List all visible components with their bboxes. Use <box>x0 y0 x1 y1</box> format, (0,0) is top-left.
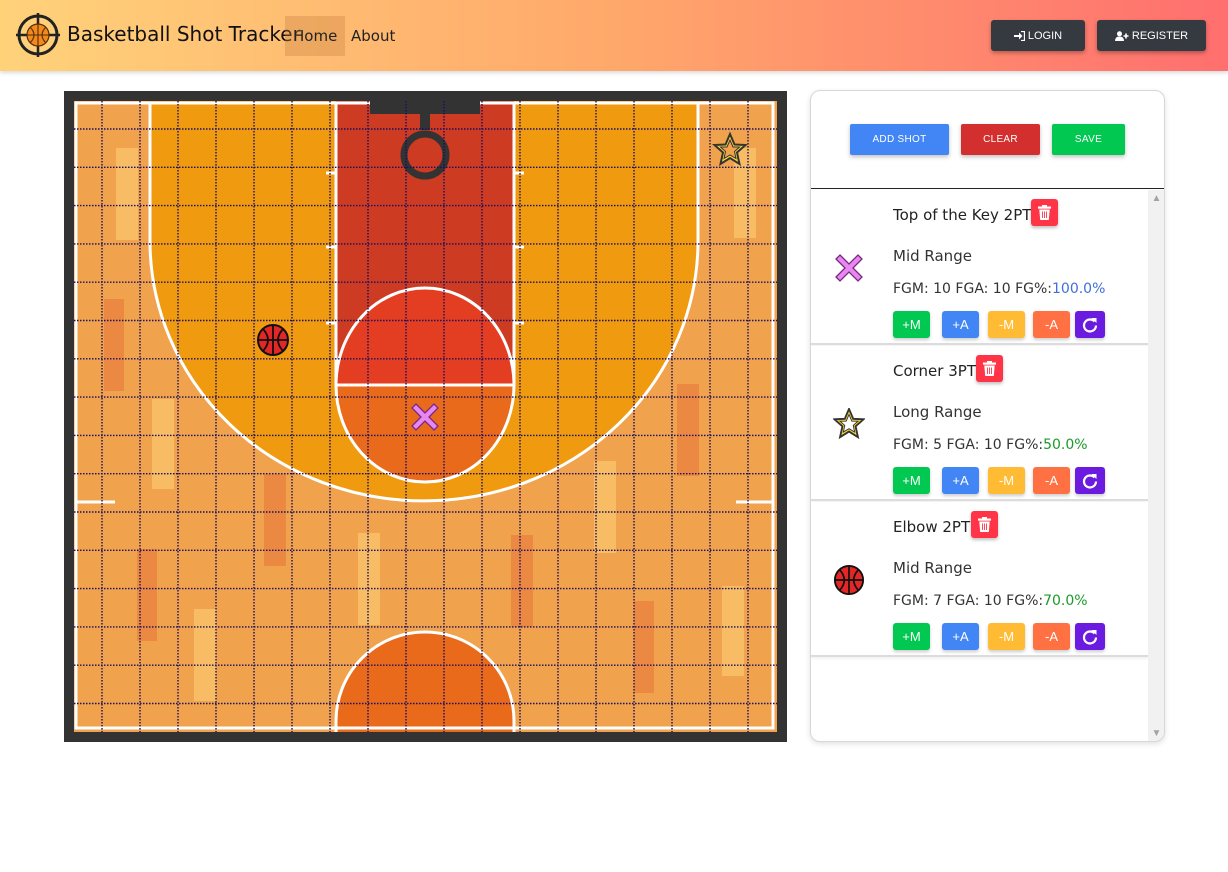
shot-fg-pct: 50.0% <box>1043 437 1088 453</box>
nav-link-home[interactable]: Home <box>285 16 346 56</box>
plus-make-button[interactable]: +M <box>893 623 930 650</box>
reset-icon <box>1082 317 1098 333</box>
reset-button[interactable] <box>1075 311 1105 338</box>
register-label: REGISTER <box>1131 29 1189 42</box>
star-marker-icon <box>833 408 865 440</box>
shot-list[interactable]: Top of the Key 2PT Mid Range FGM: 10 FGA… <box>811 190 1148 741</box>
minus-make-button[interactable]: -M <box>988 467 1025 494</box>
rim-neck <box>420 114 430 130</box>
shot-panel: ADD SHOT CLEAR SAVE Top of the Key 2PT M… <box>810 90 1165 742</box>
login-button[interactable]: LOGIN <box>991 20 1085 51</box>
basketball-marker-icon <box>833 564 865 596</box>
reset-button[interactable] <box>1075 467 1105 494</box>
nav-link-about[interactable]: About <box>343 16 403 56</box>
clear-button[interactable]: CLEAR <box>961 124 1040 155</box>
basketball-court[interactable] <box>64 91 787 742</box>
panel-actions: ADD SHOT CLEAR SAVE <box>811 91 1164 189</box>
save-button[interactable]: SAVE <box>1052 124 1125 155</box>
shot-range: Mid Range <box>893 559 972 577</box>
shot-title: Top of the Key 2PT <box>893 206 1032 224</box>
shot-list-scrollbar[interactable]: ▲ ▼ <box>1148 190 1164 741</box>
minus-attempt-button[interactable]: -A <box>1033 623 1070 650</box>
shot-fg-pct: 100.0% <box>1052 281 1106 297</box>
shot-card: Top of the Key 2PT Mid Range FGM: 10 FGA… <box>811 190 1148 345</box>
minus-make-button[interactable]: -M <box>988 623 1025 650</box>
minus-attempt-button[interactable]: -A <box>1033 467 1070 494</box>
shot-stats-text: FGM: 5 FGA: 10 FG%: <box>893 437 1044 453</box>
plus-attempt-button[interactable]: +A <box>942 623 979 650</box>
user-plus-icon <box>1114 30 1129 41</box>
trash-icon <box>978 517 991 532</box>
shot-title: Elbow 2PT <box>893 518 971 536</box>
backboard <box>370 101 480 114</box>
delete-shot-button[interactable] <box>976 355 1003 382</box>
trash-icon <box>1038 205 1051 220</box>
delete-shot-button[interactable] <box>1031 199 1058 226</box>
shot-stats: FGM: 5 FGA: 10 FG%:50.0% <box>893 437 1088 453</box>
plus-make-button[interactable]: +M <box>893 467 930 494</box>
register-button[interactable]: REGISTER <box>1097 20 1206 51</box>
shot-range: Long Range <box>893 403 982 421</box>
minus-attempt-button[interactable]: -A <box>1033 311 1070 338</box>
plus-attempt-button[interactable]: +A <box>942 467 979 494</box>
shot-card: Corner 3PT Long Range FGM: 5 FGA: 10 FG%… <box>811 346 1148 501</box>
plus-attempt-button[interactable]: +A <box>942 311 979 338</box>
sign-in-icon <box>1013 30 1025 41</box>
shot-card: Elbow 2PT Mid Range FGM: 7 FGA: 10 FG%:7… <box>811 502 1148 657</box>
x-marker-icon <box>835 254 863 282</box>
shot-range: Mid Range <box>893 247 972 265</box>
delete-shot-button[interactable] <box>971 511 998 538</box>
shot-fg-pct: 70.0% <box>1043 593 1088 609</box>
navbar: Basketball Shot Tracker Home About LOGIN… <box>0 0 1228 71</box>
trash-icon <box>983 361 996 376</box>
minus-make-button[interactable]: -M <box>988 311 1025 338</box>
shot-stats: FGM: 7 FGA: 10 FG%:70.0% <box>893 593 1088 609</box>
court-marker-elbow[interactable] <box>257 324 289 356</box>
shot-stats-text: FGM: 7 FGA: 10 FG%: <box>893 593 1044 609</box>
scroll-up-arrow-icon[interactable]: ▲ <box>1148 190 1164 207</box>
scroll-down-arrow-icon[interactable]: ▼ <box>1148 725 1164 741</box>
brand-title[interactable]: Basketball Shot Tracker <box>67 22 301 46</box>
plus-make-button[interactable]: +M <box>893 311 930 338</box>
reset-icon <box>1082 473 1098 489</box>
login-label: LOGIN <box>1027 29 1063 42</box>
shot-stats: FGM: 10 FGA: 10 FG%:100.0% <box>893 281 1105 297</box>
add-shot-button[interactable]: ADD SHOT <box>850 124 949 155</box>
reset-button[interactable] <box>1075 623 1105 650</box>
basketball-target-logo-icon[interactable] <box>16 13 60 57</box>
reset-icon <box>1082 629 1098 645</box>
shot-title: Corner 3PT <box>893 362 976 380</box>
shot-stats-text: FGM: 10 FGA: 10 FG%: <box>893 281 1052 297</box>
